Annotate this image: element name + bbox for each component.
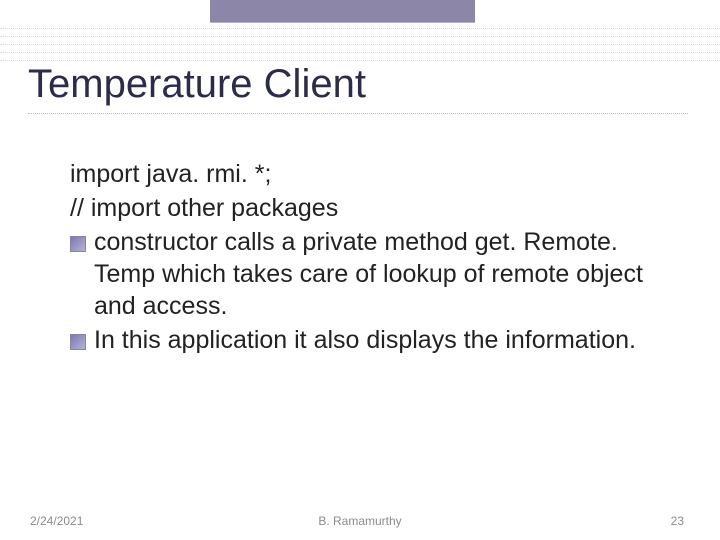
- footer-author: B. Ramamurthy: [0, 514, 720, 528]
- code-line: // import other packages: [70, 192, 670, 224]
- dotted-rule: [0, 28, 720, 29]
- slide-body: import java. rmi. *; // import other pac…: [70, 158, 670, 358]
- diamond-bullet-icon: [70, 236, 86, 252]
- bullet-item: In this application it also displays the…: [70, 324, 670, 356]
- title-region: Temperature Client: [28, 62, 688, 114]
- code-line: import java. rmi. *;: [70, 158, 670, 190]
- diamond-bullet-icon: [70, 334, 86, 350]
- slide-title: Temperature Client: [28, 62, 688, 107]
- footer-page-number: 23: [671, 514, 684, 528]
- bullet-text: In this application it also displays the…: [94, 324, 670, 356]
- dotted-rule: [0, 36, 720, 37]
- title-underline: [28, 113, 688, 114]
- bullet-text: constructor calls a private method get. …: [94, 226, 670, 322]
- dotted-rule: [0, 52, 720, 53]
- dotted-rule: [0, 60, 720, 61]
- dotted-rule: [0, 44, 720, 45]
- bullet-item: constructor calls a private method get. …: [70, 226, 670, 322]
- top-accent-bar: [210, 0, 475, 23]
